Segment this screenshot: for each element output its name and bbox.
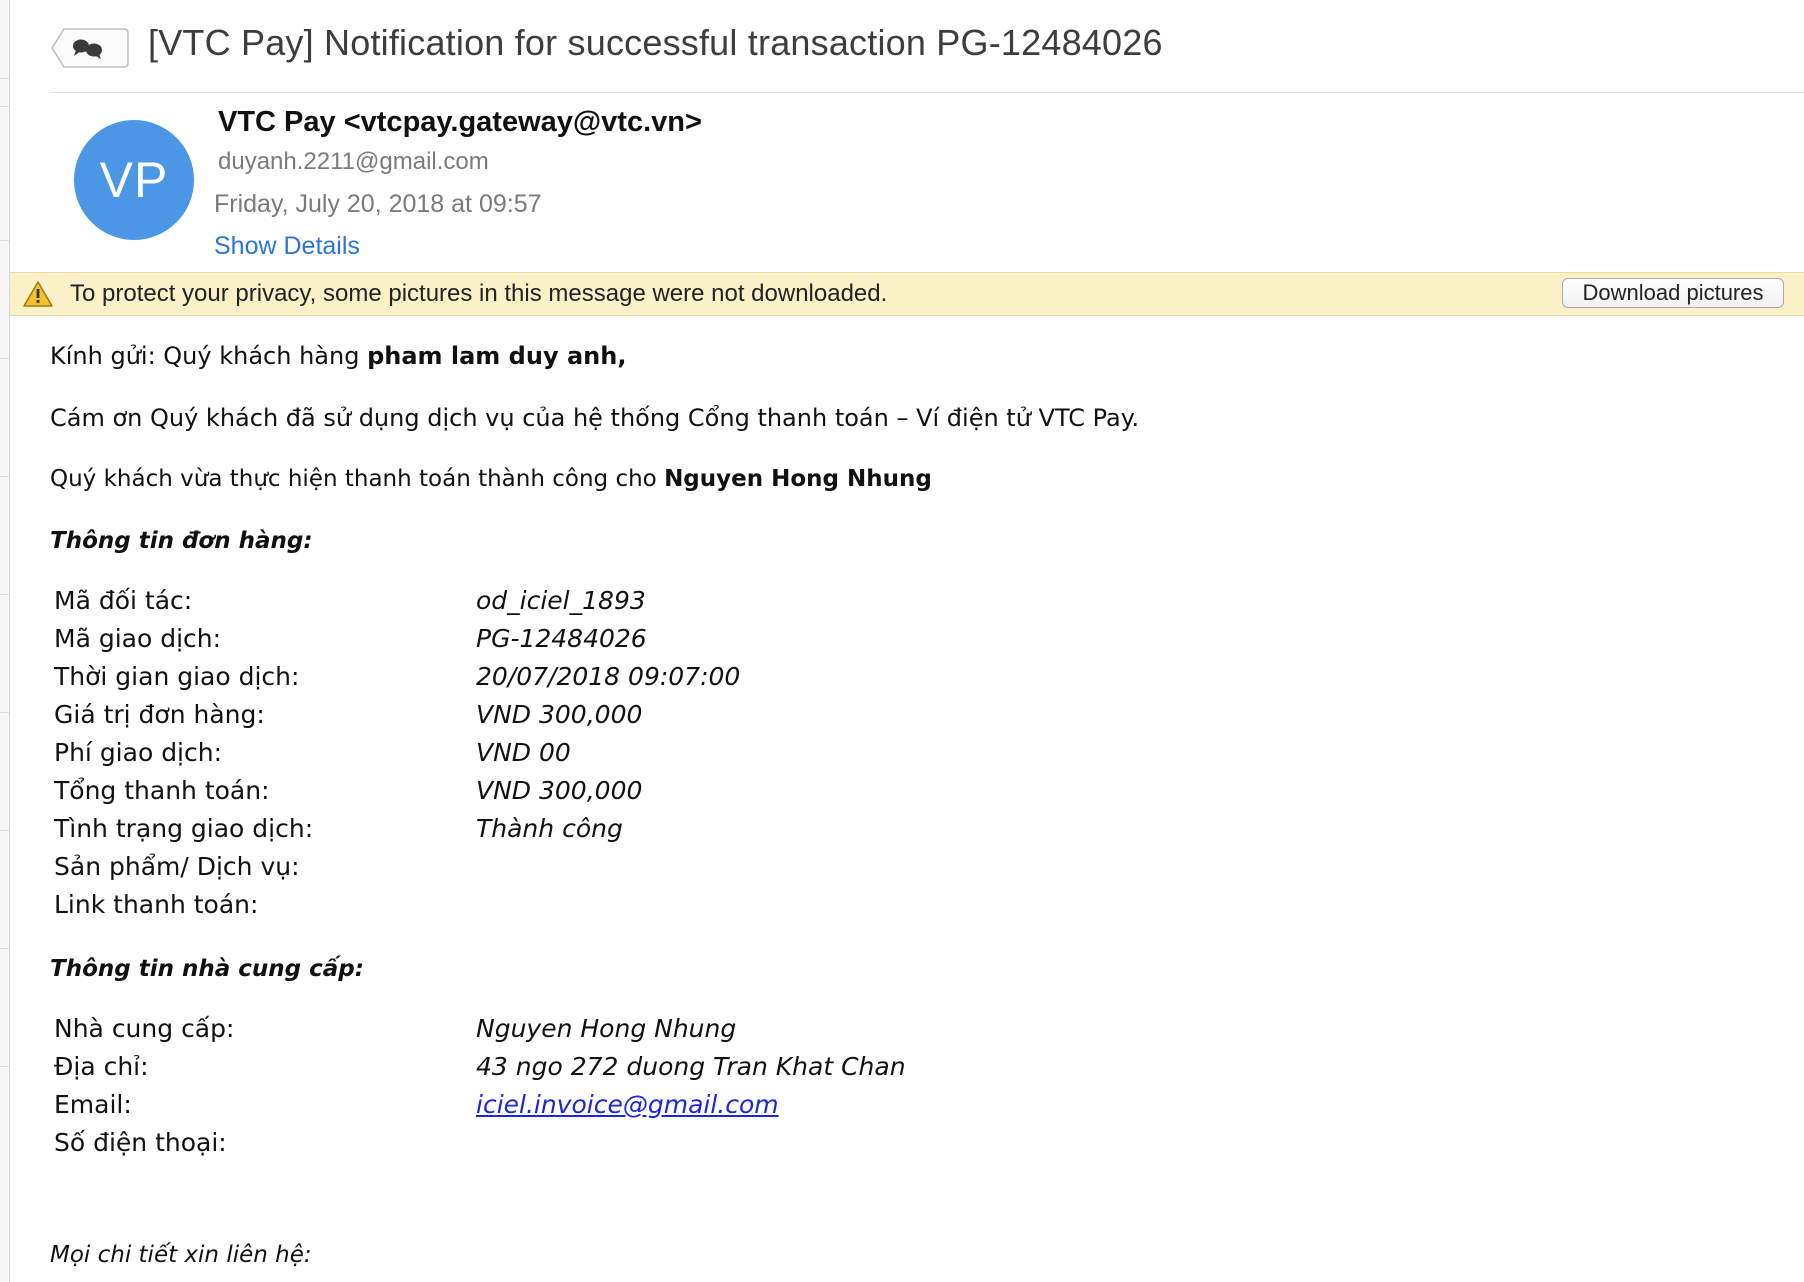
message-list-edge <box>0 0 10 1282</box>
order-row-label: Thời gian giao dịch: <box>54 662 300 691</box>
order-row-label: Mã đối tác: <box>54 586 193 615</box>
order-row-value: VND 300,000 <box>476 700 643 729</box>
show-details-link[interactable]: Show Details <box>214 232 360 261</box>
provider-row-label: Số điện thoại: <box>54 1128 227 1157</box>
order-row-value: od_iciel_1893 <box>476 586 646 615</box>
avatar-initials: VP <box>99 152 169 208</box>
customer-name: pham lam duy anh <box>367 342 618 370</box>
order-row-value: VND 00 <box>476 738 571 767</box>
order-row-value: PG-12484026 <box>476 624 647 653</box>
order-row-value: 20/07/2018 09:07:00 <box>476 662 741 691</box>
contact-note: Mọi chi tiết xin liên hệ: <box>50 1242 312 1268</box>
order-row-value: VND 300,000 <box>476 776 643 805</box>
email-date: Friday, July 20, 2018 at 09:57 <box>214 190 542 218</box>
recipient-address[interactable]: duyanh.2211@gmail.com <box>218 148 489 176</box>
greeting-suffix: , <box>617 342 627 370</box>
provider-row-value: 43 ngo 272 duong Tran Khat Chan <box>476 1052 906 1081</box>
sender-name[interactable]: VTC Pay <vtcpay.gateway@vtc.vn> <box>218 106 702 139</box>
provider-row-label: Email: <box>54 1090 132 1119</box>
email-viewer: [VTC Pay] Notification for successful tr… <box>10 0 1804 1282</box>
email-subject: [VTC Pay] Notification for successful tr… <box>148 22 1163 63</box>
provider-email-link[interactable]: iciel.invoice@gmail.com <box>476 1090 779 1119</box>
order-section-title: Thông tin đơn hàng: <box>50 528 313 554</box>
provider-section-title: Thông tin nhà cung cấp: <box>50 956 364 982</box>
warning-icon <box>23 281 53 307</box>
order-row-label: Link thanh toán: <box>54 890 259 919</box>
privacy-banner: To protect your privacy, some pictures i… <box>10 272 1804 316</box>
download-pictures-button[interactable]: Download pictures <box>1562 278 1784 308</box>
order-row-value: Thành công <box>476 814 623 843</box>
thanks-paragraph: Cám ơn Quý khách đã sử dụng dịch vụ của … <box>50 404 1140 432</box>
privacy-message: To protect your privacy, some pictures i… <box>70 280 888 307</box>
provider-row-label: Nhà cung cấp: <box>54 1014 235 1043</box>
payment-prefix: Quý khách vừa thực hiện thanh toán thành… <box>50 466 665 492</box>
payment-paragraph: Quý khách vừa thực hiện thanh toán thành… <box>50 466 932 492</box>
conversation-icon <box>51 28 129 68</box>
greeting: Kính gửi: Quý khách hàng pham lam duy an… <box>50 342 626 370</box>
order-row-label: Tổng thanh toán: <box>54 776 270 805</box>
provider-row-label: Địa chỉ: <box>54 1052 149 1081</box>
order-row-label: Tình trạng giao dịch: <box>54 814 314 843</box>
subject-bar: [VTC Pay] Notification for successful tr… <box>50 0 1804 93</box>
order-row-label: Mã giao dịch: <box>54 624 222 653</box>
greeting-prefix: Kính gửi: Quý khách hàng <box>50 342 368 370</box>
sender-avatar: VP <box>74 120 194 240</box>
provider-row-value: iciel.invoice@gmail.com <box>476 1090 779 1119</box>
provider-row-value: Nguyen Hong Nhung <box>476 1014 737 1043</box>
order-row-label: Phí giao dịch: <box>54 738 223 767</box>
order-row-label: Giá trị đơn hàng: <box>54 700 265 729</box>
order-row-label: Sản phẩm/ Dịch vụ: <box>54 852 300 881</box>
conversation-button[interactable] <box>50 26 130 70</box>
payee-name: Nguyen Hong Nhung <box>664 466 932 492</box>
